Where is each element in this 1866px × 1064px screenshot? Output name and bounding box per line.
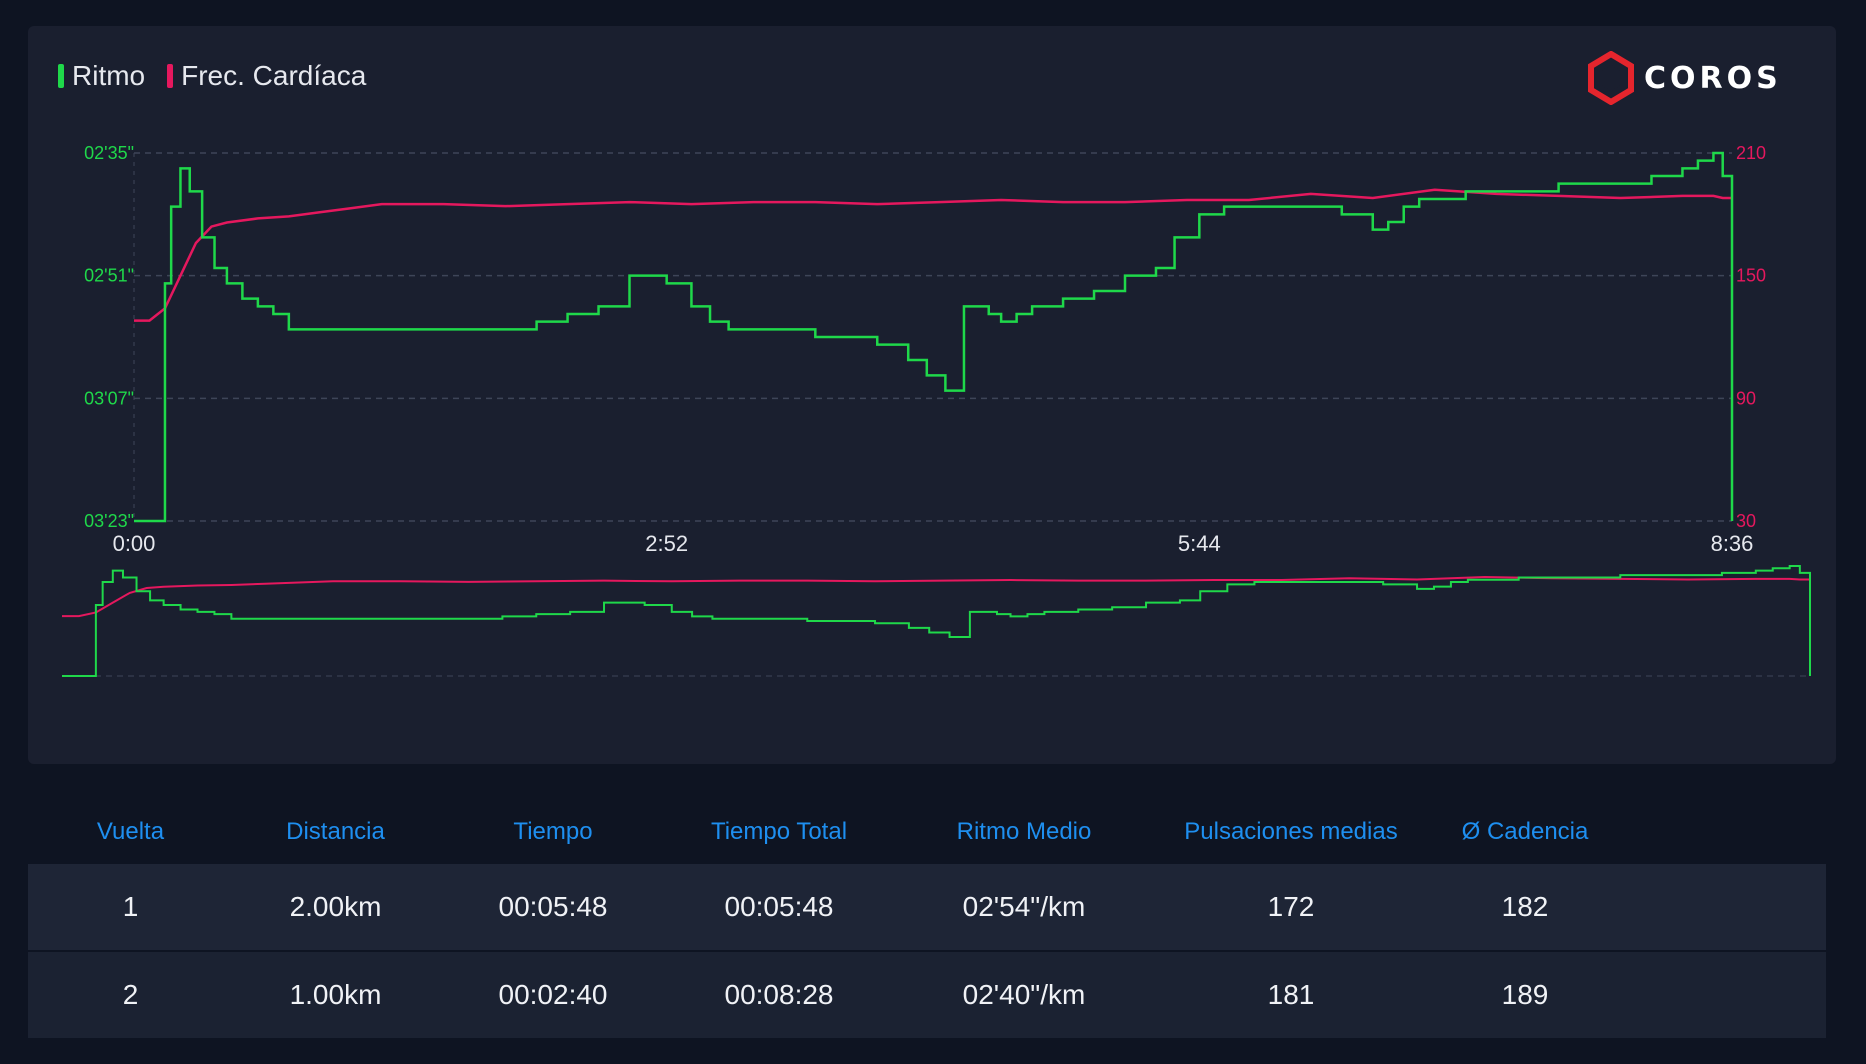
heart-rate-line	[134, 188, 1732, 322]
cell-total-time: 00:05:48	[724, 891, 834, 922]
cell-distance: 2.00km	[289, 891, 382, 922]
cell-time: 00:05:48	[498, 891, 608, 922]
table-row[interactable]: 1 2.00km 00:05:48 00:05:48 02'54"/km 172…	[28, 864, 1826, 950]
left-tick-label: 02'35"	[84, 143, 134, 163]
left-axis-ticks: 02'35" 02'51" 03'07" 03'23"	[84, 143, 134, 531]
cell-avg-hr: 181	[1267, 979, 1315, 1010]
x-tick-label: 5:44	[1178, 531, 1221, 556]
laps-table: Vuelta Distancia Tiempo Tiempo Total Rit…	[28, 800, 1826, 1040]
activity-chart[interactable]: 02'35" 02'51" 03'07" 03'23" 210 150 90 30 0:00…	[0, 0, 1866, 780]
header-total-time[interactable]: Tiempo Total	[668, 818, 890, 846]
laps-table-header: Vuelta Distancia Tiempo Tiempo Total Rit…	[28, 800, 1826, 864]
x-tick-label: 0:00	[113, 531, 156, 556]
cell-time: 00:02:40	[498, 979, 608, 1010]
right-tick-label: 210	[1736, 143, 1766, 163]
pace-line	[134, 151, 1734, 523]
overview-navigator	[62, 565, 1811, 677]
right-axis-ticks: 210 150 90 30	[1736, 143, 1766, 531]
x-tick-label: 2:52	[645, 531, 688, 556]
table-row[interactable]: 2 1.00km 00:02:40 00:08:28 02'40"/km 181…	[28, 952, 1826, 1038]
header-avg-pace[interactable]: Ritmo Medio	[890, 818, 1158, 846]
cell-cadence: 189	[1501, 979, 1549, 1010]
header-distance[interactable]: Distancia	[233, 818, 438, 846]
chart-grid	[133, 152, 1732, 522]
cell-lap: 2	[122, 979, 139, 1010]
left-tick-label: 03'23"	[84, 511, 134, 531]
right-tick-label: 150	[1736, 266, 1766, 286]
right-tick-label: 90	[1736, 388, 1756, 408]
header-cadence[interactable]: Ø Cadencia	[1424, 818, 1626, 846]
cell-distance: 1.00km	[289, 979, 382, 1010]
right-tick-label: 30	[1736, 511, 1756, 531]
cell-avg-hr: 172	[1267, 891, 1315, 922]
cell-lap: 1	[122, 891, 139, 922]
header-time[interactable]: Tiempo	[438, 818, 668, 846]
cell-cadence: 182	[1501, 891, 1549, 922]
chart-series	[134, 151, 1734, 523]
x-tick-label: 8:36	[1711, 531, 1754, 556]
cell-total-time: 00:08:28	[724, 979, 834, 1010]
cell-avg-pace: 02'40"/km	[962, 979, 1086, 1010]
header-lap[interactable]: Vuelta	[28, 818, 233, 846]
cell-avg-pace: 02'54"/km	[962, 891, 1086, 922]
overview-heart-rate-line	[62, 575, 1810, 618]
left-tick-label: 03'07"	[84, 388, 134, 408]
left-tick-label: 02'51"	[84, 266, 134, 286]
header-avg-hr[interactable]: Pulsaciones medias	[1158, 818, 1424, 846]
x-axis-ticks: 0:00 2:52 5:44 8:36	[113, 531, 1754, 556]
